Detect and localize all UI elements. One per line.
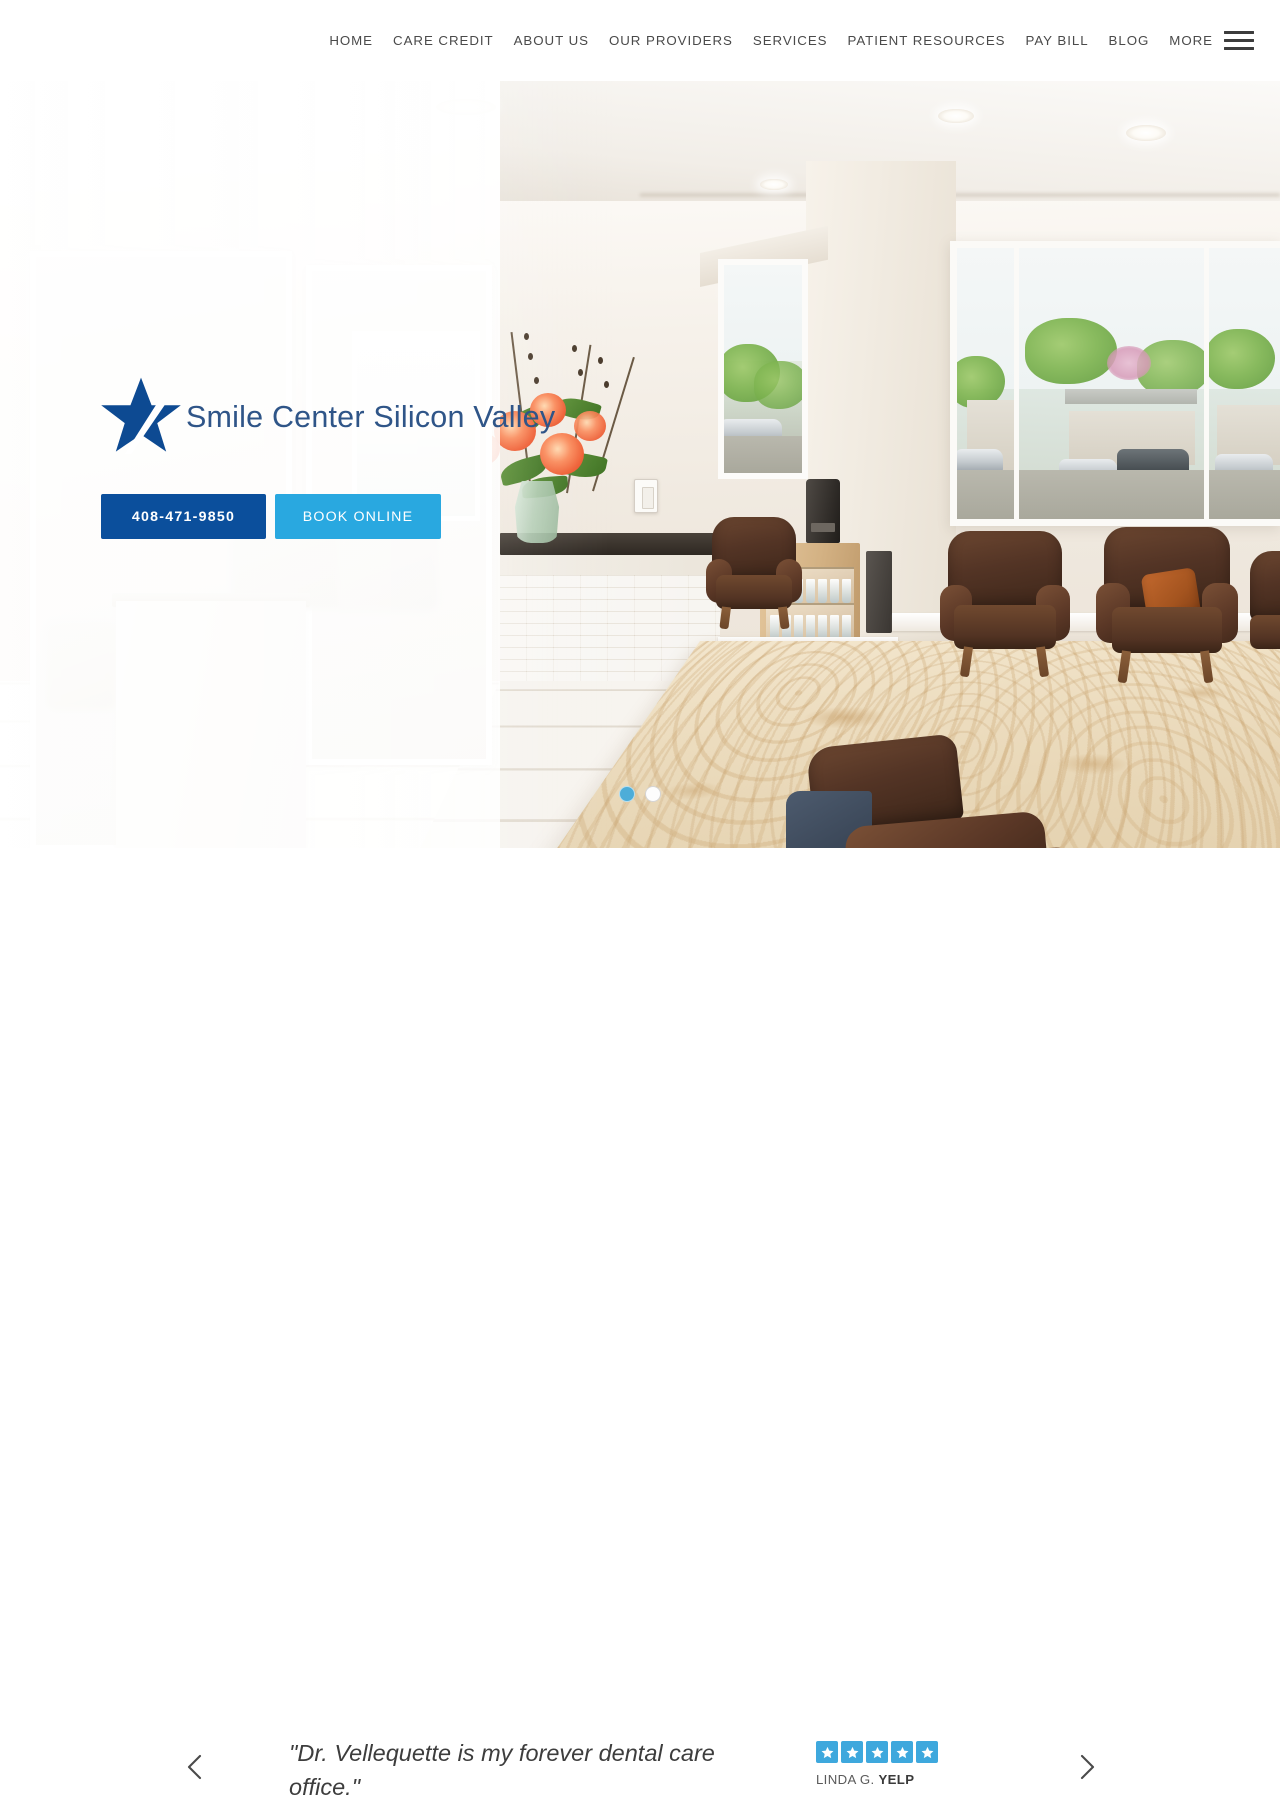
- nav-item-pay-bill[interactable]: PAY BILL: [1016, 33, 1099, 48]
- testimonial-next-button[interactable]: [1070, 1750, 1104, 1784]
- carousel-dot-1[interactable]: [619, 786, 635, 802]
- star-icon: [841, 1741, 863, 1763]
- carousel-dot-2[interactable]: [645, 786, 661, 802]
- hero-banner: Smile Center Silicon Valley 408-471-9850…: [0, 81, 1280, 848]
- site-logo[interactable]: Smile Center Silicon Valley: [100, 376, 580, 454]
- testimonial-quote: "Dr. Vellequette is my forever dental ca…: [289, 1740, 715, 1800]
- site-logo-text: Smile Center Silicon Valley: [186, 399, 556, 434]
- star-icon: [816, 1741, 838, 1763]
- reviewer-name: LINDA G.: [816, 1772, 875, 1787]
- review-source: YELP: [878, 1772, 915, 1787]
- nav-item-more[interactable]: MORE: [1159, 33, 1222, 48]
- main-navigation-bar: HOME CARE CREDIT ABOUT US OUR PROVIDERS …: [0, 0, 1280, 81]
- nav-item-patient-resources[interactable]: PATIENT RESOURCES: [837, 33, 1015, 48]
- nav-item-our-providers[interactable]: OUR PROVIDERS: [599, 33, 743, 48]
- testimonial-rating-block: LINDA G. YELP: [816, 1741, 938, 1787]
- nav-item-care-credit[interactable]: CARE CREDIT: [383, 33, 504, 48]
- hero-cta-buttons: 408-471-9850 BOOK ONLINE: [101, 494, 580, 539]
- hero-carousel-dots: [0, 786, 1280, 802]
- star-icon: [866, 1741, 888, 1763]
- hero-content-block: Smile Center Silicon Valley 408-471-9850…: [100, 376, 580, 539]
- hamburger-menu-icon[interactable]: [1224, 31, 1254, 50]
- nav-item-services[interactable]: SERVICES: [743, 33, 838, 48]
- book-online-button[interactable]: BOOK ONLINE: [275, 494, 441, 539]
- star-icon: [916, 1741, 938, 1763]
- nav-item-blog[interactable]: BLOG: [1099, 33, 1160, 48]
- star-icon: [891, 1741, 913, 1763]
- chevron-right-icon: [1080, 1754, 1095, 1780]
- nav-links-list: HOME CARE CREDIT ABOUT US OUR PROVIDERS …: [319, 31, 1254, 50]
- star-rating: [816, 1741, 938, 1763]
- testimonial-section: "Dr. Vellequette is my forever dental ca…: [0, 848, 1280, 1800]
- nav-item-home[interactable]: HOME: [319, 33, 383, 48]
- star-logo-icon: [101, 377, 181, 454]
- reviewer-attribution: LINDA G. YELP: [816, 1772, 938, 1787]
- testimonial-prev-button[interactable]: [178, 1750, 212, 1784]
- chevron-left-icon: [187, 1754, 202, 1780]
- nav-item-about-us[interactable]: ABOUT US: [504, 33, 599, 48]
- phone-button[interactable]: 408-471-9850: [101, 494, 266, 539]
